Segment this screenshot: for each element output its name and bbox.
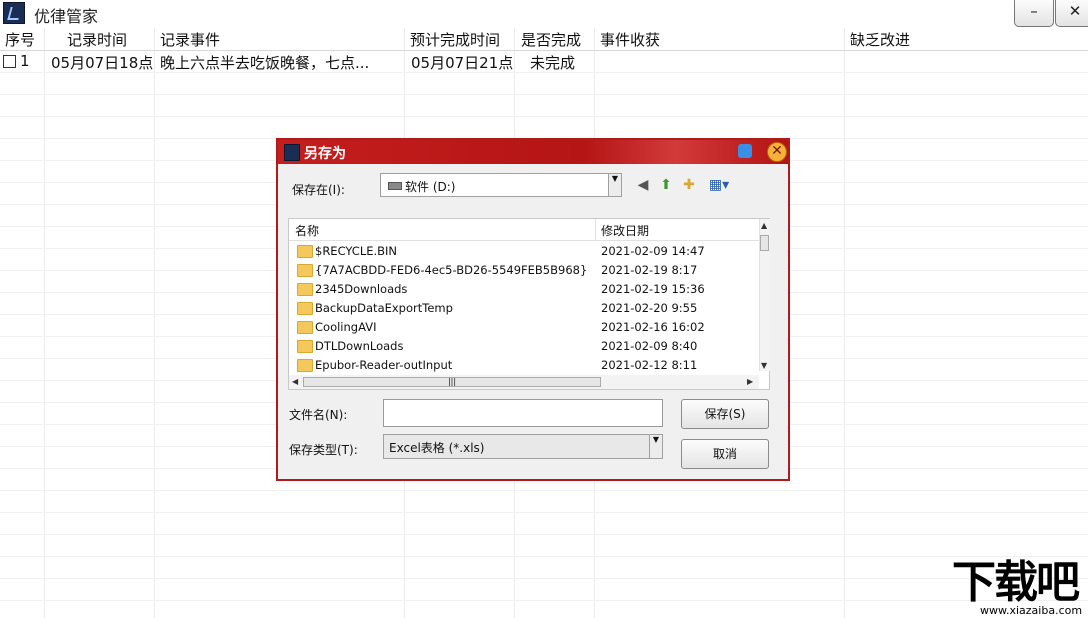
- folder-icon: [297, 340, 313, 353]
- file-row[interactable]: {7A7ACBDD-FED6-4ec5-BD26-5549FEB5B968} 2…: [289, 261, 759, 280]
- column-header-index[interactable]: 序号: [5, 29, 35, 50]
- grid-divider: [0, 578, 1088, 579]
- file-row[interactable]: DTLDownLoads 2021-02-09 8:40: [289, 337, 759, 356]
- save-button[interactable]: 保存(S): [681, 399, 769, 429]
- app-logo-icon: [284, 144, 300, 161]
- file-name: DTLDownLoads: [315, 339, 404, 353]
- file-row[interactable]: BackupDataExportTemp 2021-02-20 9:55: [289, 299, 759, 318]
- file-name: CoolingAVI: [315, 320, 377, 334]
- filename-label: 文件名(N):: [289, 408, 348, 422]
- watermark-main: 下载吧: [952, 557, 1080, 608]
- file-date: 2021-02-09 14:47: [601, 244, 705, 258]
- back-icon[interactable]: ◀: [634, 176, 652, 194]
- file-row[interactable]: CoolingAVI 2021-02-16 16:02: [289, 318, 759, 337]
- close-button[interactable]: ✕: [1055, 0, 1088, 27]
- minimize-button[interactable]: –: [1014, 0, 1054, 27]
- column-header-name[interactable]: 名称: [295, 222, 319, 239]
- file-name: Epubor-Reader-outInput: [315, 358, 453, 372]
- folder-icon: [297, 302, 313, 315]
- dialog-close-button[interactable]: ✕: [767, 142, 787, 162]
- save-in-select[interactable]: 软件 (D:) ▼: [380, 173, 622, 197]
- chevron-down-icon[interactable]: ▼: [608, 174, 621, 196]
- app-title: 优律管家: [34, 7, 99, 26]
- grid-divider: [0, 556, 1088, 557]
- dialog-title: 另存为: [304, 146, 346, 162]
- filename-input[interactable]: [383, 399, 663, 427]
- folder-icon: [297, 245, 313, 258]
- dialog-title-bar[interactable]: 另存为 ✕: [278, 140, 788, 164]
- file-name: 2345Downloads: [315, 282, 408, 296]
- row-done-status: 未完成: [530, 54, 576, 72]
- filetype-value: Excel表格 (*.xls): [389, 441, 485, 455]
- folder-icon: [297, 359, 313, 372]
- file-list-header: 名称 修改日期: [289, 219, 759, 241]
- file-name: $RECYCLE.BIN: [315, 244, 398, 258]
- grid-divider: [0, 512, 1088, 513]
- file-list[interactable]: 名称 修改日期 $RECYCLE.BIN 2021-02-09 14:47 {7…: [288, 218, 770, 390]
- scroll-up-icon[interactable]: ▲: [761, 221, 767, 230]
- row-record-time: 05月07日18点: [51, 54, 154, 72]
- horizontal-scrollbar[interactable]: ◀ ||| ▶: [289, 375, 759, 389]
- file-row[interactable]: $RECYCLE.BIN 2021-02-09 14:47: [289, 242, 759, 261]
- folder-icon: [297, 264, 313, 277]
- chevron-down-icon[interactable]: ▼: [649, 435, 662, 458]
- horizontal-scroll-thumb[interactable]: |||: [303, 377, 601, 387]
- column-header-gain[interactable]: 事件收获: [600, 29, 660, 50]
- grid-divider: [0, 534, 1088, 535]
- file-name: {7A7ACBDD-FED6-4ec5-BD26-5549FEB5B968}: [315, 263, 588, 277]
- folder-icon: [297, 283, 313, 296]
- save-as-dialog: 另存为 ✕ 保存在(I): 软件 (D:) ▼ ◀ ⬆ ✚ ▦▾ 名称 修改日期…: [276, 138, 790, 481]
- column-header-record-time[interactable]: 记录时间: [67, 29, 127, 50]
- filetype-select[interactable]: Excel表格 (*.xls) ▼: [383, 434, 663, 459]
- column-header-due-time[interactable]: 预计完成时间: [410, 29, 500, 50]
- row-event: 晚上六点半去吃饭晚餐，七点...: [160, 54, 370, 72]
- row-due-time: 05月07日21点: [411, 54, 514, 72]
- file-date: 2021-02-19 8:17: [601, 263, 698, 277]
- file-date: 2021-02-16 16:02: [601, 320, 705, 334]
- file-row[interactable]: Epubor-Reader-outInput 2021-02-12 8:11: [289, 356, 759, 375]
- column-header-modified[interactable]: 修改日期: [601, 222, 649, 239]
- vertical-scroll-thumb[interactable]: [760, 235, 769, 251]
- column-header-done[interactable]: 是否完成: [521, 29, 581, 50]
- row-index: 1: [20, 52, 30, 70]
- skin-icon[interactable]: [738, 144, 752, 158]
- column-header-event[interactable]: 记录事件: [160, 29, 220, 50]
- save-in-label: 保存在(I):: [292, 183, 345, 197]
- file-date: 2021-02-12 8:11: [601, 358, 698, 372]
- up-folder-icon[interactable]: ⬆: [657, 176, 675, 194]
- cancel-button[interactable]: 取消: [681, 439, 769, 469]
- file-row[interactable]: 2345Downloads 2021-02-19 15:36: [289, 280, 759, 299]
- filetype-label: 保存类型(T):: [289, 443, 358, 457]
- file-date: 2021-02-19 15:36: [601, 282, 705, 296]
- app-logo-icon: [3, 2, 25, 24]
- new-folder-icon[interactable]: ✚: [680, 176, 698, 194]
- grid-divider: [0, 600, 1088, 601]
- file-date: 2021-02-09 8:40: [601, 339, 698, 353]
- save-in-value: 软件 (D:): [405, 180, 456, 194]
- watermark-logo: 下载吧 www.xiazaiba.com: [952, 560, 1086, 618]
- watermark-url: www.xiazaiba.com: [980, 604, 1083, 617]
- file-name: BackupDataExportTemp: [315, 301, 453, 315]
- title-bar: 优律管家 – ✕: [0, 0, 1088, 28]
- scroll-left-icon[interactable]: ◀: [292, 377, 298, 386]
- column-separator[interactable]: [595, 219, 596, 240]
- row-checkbox[interactable]: [3, 55, 16, 68]
- table-header: 序号 记录时间 记录事件 预计完成时间 是否完成 事件收获 缺乏改进: [0, 28, 1088, 51]
- folder-icon: [297, 321, 313, 334]
- drive-icon: [388, 182, 402, 190]
- file-date: 2021-02-20 9:55: [601, 301, 698, 315]
- scroll-down-icon[interactable]: ▼: [761, 361, 767, 370]
- grid-divider: [0, 116, 1088, 117]
- view-menu-icon[interactable]: ▦▾: [706, 176, 732, 194]
- grid-divider: [0, 490, 1088, 491]
- vertical-scrollbar[interactable]: ▲ ▼: [759, 219, 770, 371]
- scroll-right-icon[interactable]: ▶: [747, 377, 753, 386]
- grid-divider: [0, 94, 1088, 95]
- column-header-improve[interactable]: 缺乏改进: [850, 29, 910, 50]
